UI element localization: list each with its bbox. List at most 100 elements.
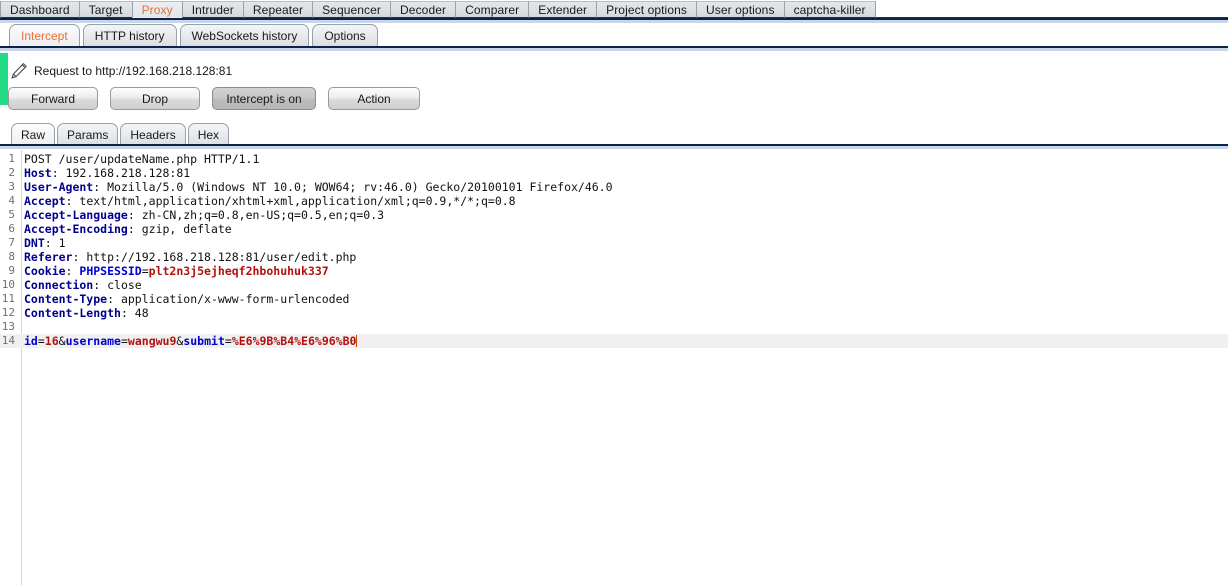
code-line[interactable]: 7 DNT: 1 xyxy=(0,236,1228,250)
code-token: submit xyxy=(183,334,225,348)
code-token: POST /user/updateName.php HTTP/1.1 xyxy=(24,152,260,166)
message-tab-raw[interactable]: Raw xyxy=(11,123,56,145)
code-line[interactable]: 2 Host: 192.168.218.128:81 xyxy=(0,166,1228,180)
code-line[interactable]: 13 xyxy=(0,320,1228,334)
main-tab-repeater[interactable]: Repeater xyxy=(242,1,314,18)
line-number: 8 xyxy=(8,250,15,263)
code-token: : xyxy=(65,264,80,278)
code-line[interactable]: 3 User-Agent: Mozilla/5.0 (Windows NT 10.… xyxy=(0,180,1228,194)
code-token: PHPSESSID xyxy=(79,264,142,278)
message-tab-hex[interactable]: Hex xyxy=(187,123,230,145)
line-number: 2 xyxy=(8,166,15,179)
code-token: : xyxy=(120,306,135,320)
code-line[interactable]: 1 POST /user/updateName.php HTTP/1.1 xyxy=(0,152,1228,166)
code-token: plt2n3j5ejheqf2hbohuhuk337 xyxy=(148,264,329,278)
proxy-sub-tab-bar: Intercept HTTP history WebSockets history O… xyxy=(0,23,1228,47)
code-token: : xyxy=(93,180,108,194)
action-button[interactable]: Action xyxy=(328,87,420,110)
line-number: 4 xyxy=(8,194,15,207)
main-tab-user-options[interactable]: User options xyxy=(695,1,785,18)
code-line[interactable]: 8 Referer: http://192.168.218.128:81/user… xyxy=(0,250,1228,264)
code-line[interactable]: 14 id=16&username=wangwu9&submit=%E6%9B%B… xyxy=(0,334,1228,348)
code-token: 48 xyxy=(134,306,149,320)
line-content: Content-Type: application/x-www-form-url… xyxy=(18,292,349,306)
line-number: 1 xyxy=(8,152,15,165)
drop-button[interactable]: Drop xyxy=(110,87,200,110)
code-line[interactable]: 6 Accept-Encoding: gzip, deflate xyxy=(0,222,1228,236)
line-number: 5 xyxy=(8,208,15,221)
code-token: %E6%9B%B4%E6%96%B0 xyxy=(231,334,357,348)
line-number: 7 xyxy=(8,236,15,249)
forward-button[interactable]: Forward xyxy=(8,87,98,110)
code-token: User-Agent xyxy=(24,180,94,194)
code-line[interactable]: 4 Accept: text/html,application/xhtml+xml… xyxy=(0,194,1228,208)
code-token: Accept-Language xyxy=(24,208,128,222)
main-tab-comparer[interactable]: Comparer xyxy=(455,1,530,18)
pencil-icon xyxy=(6,60,32,82)
code-token: 192.168.218.128:81 xyxy=(65,166,191,180)
code-token: Accept-Encoding xyxy=(24,222,128,236)
main-tab-proxy[interactable]: Proxy xyxy=(131,1,183,18)
separator-below-editor-tabs xyxy=(0,144,1228,149)
code-token: = xyxy=(224,334,232,348)
main-tab-intruder[interactable]: Intruder xyxy=(181,1,244,18)
code-token: : xyxy=(107,292,121,306)
line-content: Cookie: PHPSESSID=plt2n3j5ejheqf2hbohuhu… xyxy=(18,264,329,278)
code-token: Host xyxy=(24,166,52,180)
sub-tab-options[interactable]: Options xyxy=(312,24,378,47)
sub-tab-websockets-history[interactable]: WebSockets history xyxy=(179,24,310,47)
code-token: gzip, deflate xyxy=(141,222,232,236)
code-token: : xyxy=(127,208,142,222)
line-number: 11 xyxy=(1,292,15,305)
request-code-lines[interactable]: 1 POST /user/updateName.php HTTP/1.1 2 Host… xyxy=(0,152,1228,348)
code-token: = xyxy=(120,334,128,348)
message-view-tab-bar: Raw Params Headers Hex xyxy=(0,122,1228,145)
code-token: : xyxy=(44,236,59,250)
sub-tab-http-history[interactable]: HTTP history xyxy=(82,24,177,47)
main-tab-sequencer[interactable]: Sequencer xyxy=(312,1,392,18)
code-token: Referer xyxy=(24,250,73,264)
code-line[interactable]: 9 Cookie: PHPSESSID=plt2n3j5ejheqf2hbohuh… xyxy=(0,264,1228,278)
message-tab-headers[interactable]: Headers xyxy=(120,123,186,145)
main-tab-project-options[interactable]: Project options xyxy=(596,1,697,18)
line-number: 6 xyxy=(8,222,15,235)
line-number: 9 xyxy=(8,264,15,277)
line-content: id=16&username=wangwu9&submit=%E6%9B%B4%… xyxy=(18,334,358,348)
line-content: User-Agent: Mozilla/5.0 (Windows NT 10.0… xyxy=(18,180,613,194)
line-number: 10 xyxy=(1,278,15,291)
code-token: Mozilla/5.0 (Windows NT 10.0; WOW64; rv:… xyxy=(107,180,613,194)
intercept-toggle-button[interactable]: Intercept is on xyxy=(212,87,316,110)
main-tab-target[interactable]: Target xyxy=(78,1,133,18)
code-token: 16 xyxy=(44,334,59,348)
line-content: Host: 192.168.218.128:81 xyxy=(18,166,190,180)
message-tab-params[interactable]: Params xyxy=(57,123,119,145)
raw-request-editor[interactable]: 1 POST /user/updateName.php HTTP/1.1 2 Host… xyxy=(0,150,1228,585)
code-token: = xyxy=(37,334,45,348)
sub-tab-intercept[interactable]: Intercept xyxy=(9,24,80,47)
code-token: zh-CN,zh;q=0.8,en-US;q=0.5,en;q=0.3 xyxy=(141,208,385,222)
intercept-button-row: Forward Drop Intercept is on Action xyxy=(8,87,420,110)
code-line[interactable]: 12 Content-Length: 48 xyxy=(0,306,1228,320)
main-tab-dashboard[interactable]: Dashboard xyxy=(0,1,80,18)
line-content: Referer: http://192.168.218.128:81/user/… xyxy=(18,250,356,264)
code-token: application/x-www-form-urlencoded xyxy=(120,292,350,306)
code-line[interactable]: 11 Content-Type: application/x-www-form-u… xyxy=(0,292,1228,306)
line-number: 3 xyxy=(8,180,15,193)
line-content: Accept: text/html,application/xhtml+xml,… xyxy=(18,194,516,208)
code-token: 1 xyxy=(58,236,66,250)
code-token: : xyxy=(127,222,142,236)
main-tab-captcha-killer[interactable]: captcha-killer xyxy=(783,1,876,18)
code-token: Connection xyxy=(24,278,94,292)
line-content: DNT: 1 xyxy=(18,236,66,250)
code-token: Content-Length xyxy=(24,306,121,320)
code-token: : xyxy=(51,166,66,180)
line-number: 13 xyxy=(1,320,15,333)
code-line[interactable]: 10 Connection: close xyxy=(0,278,1228,292)
main-tab-extender[interactable]: Extender xyxy=(528,1,598,18)
request-info-row: Request to http://192.168.218.128:81 xyxy=(0,58,1228,84)
main-tab-decoder[interactable]: Decoder xyxy=(390,1,457,18)
line-content: Accept-Encoding: gzip, deflate xyxy=(18,222,232,236)
request-target-label: Request to http://192.168.218.128:81 xyxy=(34,64,233,78)
code-token: Cookie xyxy=(24,264,66,278)
code-line[interactable]: 5 Accept-Language: zh-CN,zh;q=0.8,en-US;q… xyxy=(0,208,1228,222)
